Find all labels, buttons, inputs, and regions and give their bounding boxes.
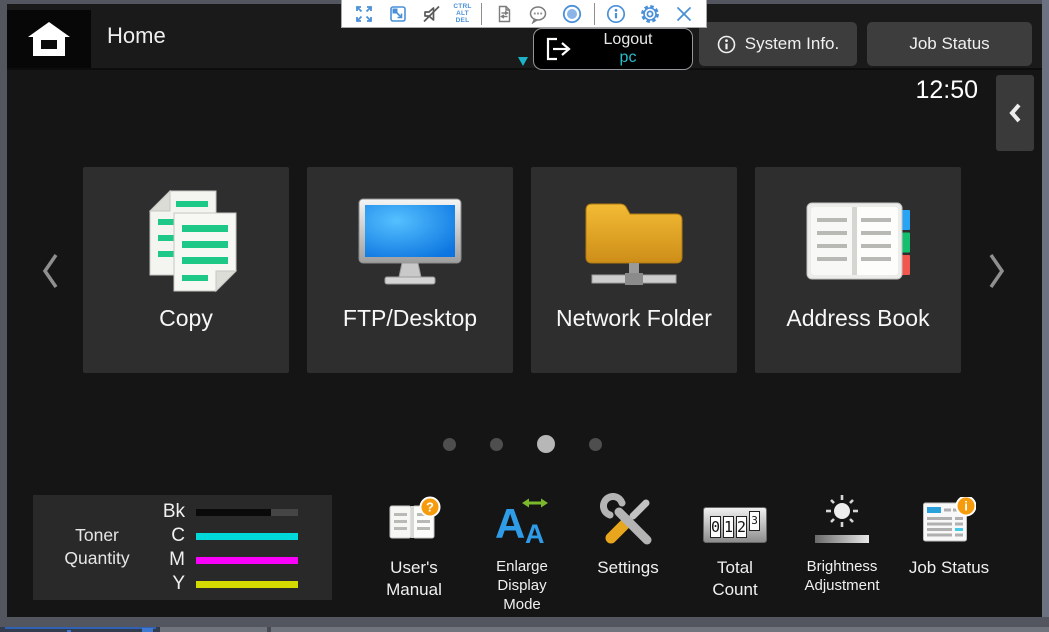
shortcut-label: Total Count <box>700 557 770 601</box>
toolbar-divider <box>481 3 482 25</box>
tile-label: Copy <box>83 305 289 332</box>
toolbar-handle-icon[interactable] <box>518 57 528 66</box>
info-icon[interactable] <box>604 2 628 26</box>
counter-digit: 3 <box>749 511 760 531</box>
toner-quantity-panel: Toner Quantity Bk C M Y <box>33 495 332 600</box>
copy-documents-icon <box>134 187 238 299</box>
ctrl-alt-del-button[interactable]: CTRL ALT DEL <box>453 3 471 24</box>
home-icon <box>26 20 72 58</box>
toner-title: Toner Quantity <box>51 524 143 570</box>
network-folder-icon <box>580 197 688 289</box>
total-count-icon: 0 1 2 3 <box>703 507 767 543</box>
page-dot-2[interactable] <box>490 438 503 451</box>
carousel-left-button[interactable] <box>37 250 63 294</box>
toner-bar-y <box>196 581 298 588</box>
tile-label: Network Folder <box>531 305 737 332</box>
question-badge: ? <box>426 500 434 515</box>
shortcut-label: Brightness Adjustment <box>790 557 894 595</box>
logout-button[interactable]: Logout pc <box>533 28 693 70</box>
page-title: Home <box>107 4 166 68</box>
job-status-doc-icon: i <box>922 497 976 545</box>
system-info-button[interactable]: System Info. <box>699 22 857 66</box>
info-badge: i <box>964 499 968 514</box>
counter-digit: 0 <box>710 516 721 538</box>
carousel-right-icon <box>986 251 1008 291</box>
toner-row-c: C <box>143 528 326 544</box>
info-icon <box>717 35 736 54</box>
clipboard-icon[interactable] <box>492 2 516 26</box>
carousel-left-icon <box>39 251 61 291</box>
panel-collapse-icon <box>1008 102 1022 124</box>
clock: 12:50 <box>915 76 978 105</box>
audio-muted-icon[interactable] <box>420 2 444 26</box>
tile-address-book[interactable]: Address Book <box>755 167 961 373</box>
window-drag-icon[interactable] <box>386 2 410 26</box>
toolbar-divider <box>594 3 595 25</box>
shortcut-label: Enlarge Display Mode <box>482 557 562 615</box>
shortcut-job-status[interactable]: i Job Status <box>884 491 1014 579</box>
counter-digit: 1 <box>723 516 734 538</box>
mfp-screen: Home Logout pc System Info. <box>7 4 1042 617</box>
toner-row-m: M <box>143 552 326 568</box>
tile-label: Address Book <box>755 305 961 332</box>
svg-text:A: A <box>525 519 545 547</box>
toner-bar-c <box>196 533 298 540</box>
shortcut-label: Job Status <box>889 557 1009 579</box>
carousel-right-button[interactable] <box>984 250 1010 294</box>
toner-label: Bk <box>143 501 185 523</box>
background-window-accent <box>5 627 156 629</box>
counter-digit: 2 <box>736 516 747 538</box>
side-panel-collapse-tab[interactable] <box>996 75 1034 151</box>
viewer-toolbar: CTRL ALT DEL <box>341 0 707 28</box>
toner-bar-m <box>196 557 298 564</box>
brightness-icon <box>813 495 871 547</box>
tile-label: FTP/Desktop <box>307 305 513 332</box>
carousel-pagination <box>443 435 602 453</box>
job-status-button[interactable]: Job Status <box>867 22 1032 66</box>
tile-copy[interactable]: Copy <box>83 167 289 373</box>
window-border <box>1042 0 1049 617</box>
svg-text:A: A <box>495 500 525 547</box>
logout-label: Logout <box>574 31 682 49</box>
system-info-label: System Info. <box>745 34 839 54</box>
page-dot-1[interactable] <box>443 438 456 451</box>
page-dot-4[interactable] <box>589 438 602 451</box>
toner-label: C <box>143 525 185 547</box>
toner-row-y: Y <box>143 576 326 592</box>
desktop-monitor-icon <box>357 197 463 289</box>
background-window-accent <box>142 628 153 632</box>
logout-icon <box>544 36 574 62</box>
home-button[interactable] <box>7 10 91 68</box>
toner-row-bk: Bk <box>143 504 326 520</box>
tile-ftp-desktop[interactable]: FTP/Desktop <box>307 167 513 373</box>
toner-label: Y <box>143 573 185 595</box>
tile-network-folder[interactable]: Network Folder <box>531 167 737 373</box>
logout-user: pc <box>574 49 682 67</box>
job-status-label: Job Status <box>909 34 989 54</box>
shortcut-label: User's Manual <box>373 557 455 601</box>
remote-viewer-window: Home Logout pc System Info. <box>0 0 1049 632</box>
toner-label: M <box>143 549 185 571</box>
address-book-icon <box>803 198 913 288</box>
background-window-divider <box>267 627 271 632</box>
gear-icon[interactable] <box>638 2 662 26</box>
chat-icon[interactable] <box>526 2 550 26</box>
page-dot-3[interactable] <box>537 435 555 453</box>
fullscreen-icon[interactable] <box>352 2 376 26</box>
enlarge-display-icon: A A <box>494 495 550 547</box>
users-manual-icon: ? <box>386 496 442 546</box>
record-icon[interactable] <box>560 2 584 26</box>
settings-tools-icon <box>600 493 656 549</box>
toner-bar-bk <box>196 509 271 516</box>
close-icon[interactable] <box>672 2 696 26</box>
